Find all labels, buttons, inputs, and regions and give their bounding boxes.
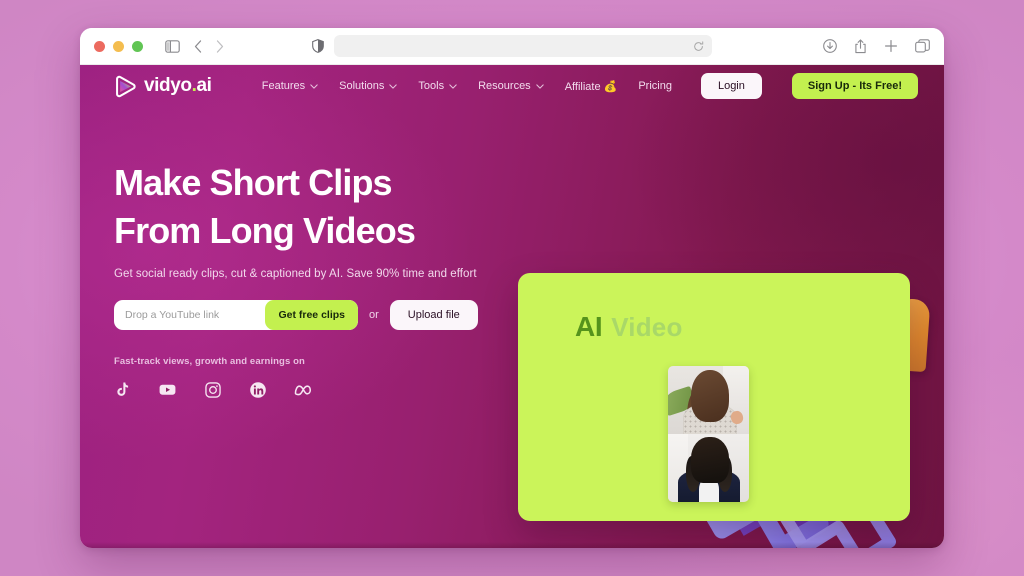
hero-subheadline: Get social ready clips, cut & captioned … xyxy=(114,268,477,281)
plus-icon[interactable] xyxy=(884,39,898,53)
login-button[interactable]: Login xyxy=(700,73,762,99)
meta-icon[interactable] xyxy=(294,382,316,398)
nav-item-pricing[interactable]: Pricing xyxy=(638,80,672,92)
website-viewport: vidyo.ai Features Solutions Tools Resour… xyxy=(80,65,944,548)
privacy-shield-icon[interactable] xyxy=(312,39,324,53)
headline-line-2: From Long Videos xyxy=(114,209,416,251)
download-icon[interactable] xyxy=(823,39,837,53)
nav-item-label: Tools xyxy=(418,80,445,92)
get-free-clips-button[interactable]: Get free clips xyxy=(265,300,358,331)
chevron-down-icon xyxy=(389,83,398,89)
headline-line-1: Make Short Clips xyxy=(114,162,393,203)
chevron-down-icon xyxy=(449,83,457,89)
site-logo[interactable]: vidyo.ai xyxy=(114,75,212,98)
tiktok-icon[interactable] xyxy=(114,381,131,398)
hero-section: Make Short Clips From Long Videos Get so… xyxy=(80,107,944,521)
instagram-icon[interactable] xyxy=(204,381,222,399)
video-clip-preview[interactable] xyxy=(668,366,749,502)
chevron-down-icon xyxy=(310,83,318,89)
clip-pane-bottom xyxy=(668,434,749,502)
card-title-light: Video xyxy=(611,312,683,342)
youtube-icon[interactable] xyxy=(158,380,177,399)
window-traffic-lights xyxy=(94,40,143,52)
site-navbar: vidyo.ai Features Solutions Tools Resour… xyxy=(80,65,944,107)
linkedin-icon[interactable] xyxy=(249,381,267,399)
close-window-button[interactable] xyxy=(94,40,105,52)
youtube-link-group: Get free clips xyxy=(114,300,358,331)
nav-item-label: Affiliate 💰 xyxy=(564,80,618,93)
nav-item-resources[interactable]: Resources xyxy=(478,80,544,92)
nav-item-label: Features xyxy=(261,80,306,92)
tab-overview-icon[interactable] xyxy=(915,39,930,53)
nav-item-affiliate[interactable]: Affiliate 💰 xyxy=(565,80,618,93)
address-bar[interactable] xyxy=(334,35,712,57)
chevron-right-icon[interactable] xyxy=(216,39,224,53)
hero-form: Get free clips or Upload file xyxy=(114,300,534,331)
nav-item-label: Resources xyxy=(478,80,531,92)
signup-button[interactable]: Sign Up - Its Free! xyxy=(791,73,918,99)
chevron-down-icon xyxy=(535,83,544,89)
zoom-window-button[interactable] xyxy=(132,40,143,52)
browser-toolbar xyxy=(80,28,944,65)
nav-item-tools[interactable]: Tools xyxy=(418,80,457,92)
card-title-strong: AI xyxy=(575,311,603,342)
ai-video-card: AI Video xyxy=(518,273,910,521)
address-bar-area xyxy=(312,35,712,57)
share-icon[interactable] xyxy=(854,38,867,54)
nav-item-label: Solutions xyxy=(339,80,385,92)
ai-video-card-title: AI Video xyxy=(575,311,683,343)
page-title: Make Short Clips From Long Videos xyxy=(114,159,534,254)
clip-pane-top xyxy=(668,366,749,434)
sidebar-icon[interactable] xyxy=(165,39,180,53)
social-proof-text: Fast-track views, growth and earnings on xyxy=(114,356,305,368)
social-icons-row xyxy=(114,380,534,399)
logo-wordmark: vidyo.ai xyxy=(144,75,212,96)
viewport-bottom-shadow xyxy=(80,542,944,548)
play-logo-icon xyxy=(116,75,136,97)
nav-links: Features Solutions Tools Resources Affil… xyxy=(262,73,918,99)
reload-icon[interactable] xyxy=(693,40,704,52)
browser-window: vidyo.ai Features Solutions Tools Resour… xyxy=(80,28,944,548)
minimize-window-button[interactable] xyxy=(113,40,124,52)
chevron-left-icon[interactable] xyxy=(194,39,202,53)
nav-item-features[interactable]: Features xyxy=(262,80,318,92)
hero-visual: AI Video xyxy=(518,273,931,521)
youtube-link-input[interactable] xyxy=(114,309,266,322)
or-separator: or xyxy=(369,309,379,322)
upload-file-button[interactable]: Upload file xyxy=(389,300,478,331)
nav-item-solutions[interactable]: Solutions xyxy=(339,80,398,92)
hero-copy: Make Short Clips From Long Videos Get so… xyxy=(114,159,534,399)
nav-item-label: Pricing xyxy=(638,80,672,92)
